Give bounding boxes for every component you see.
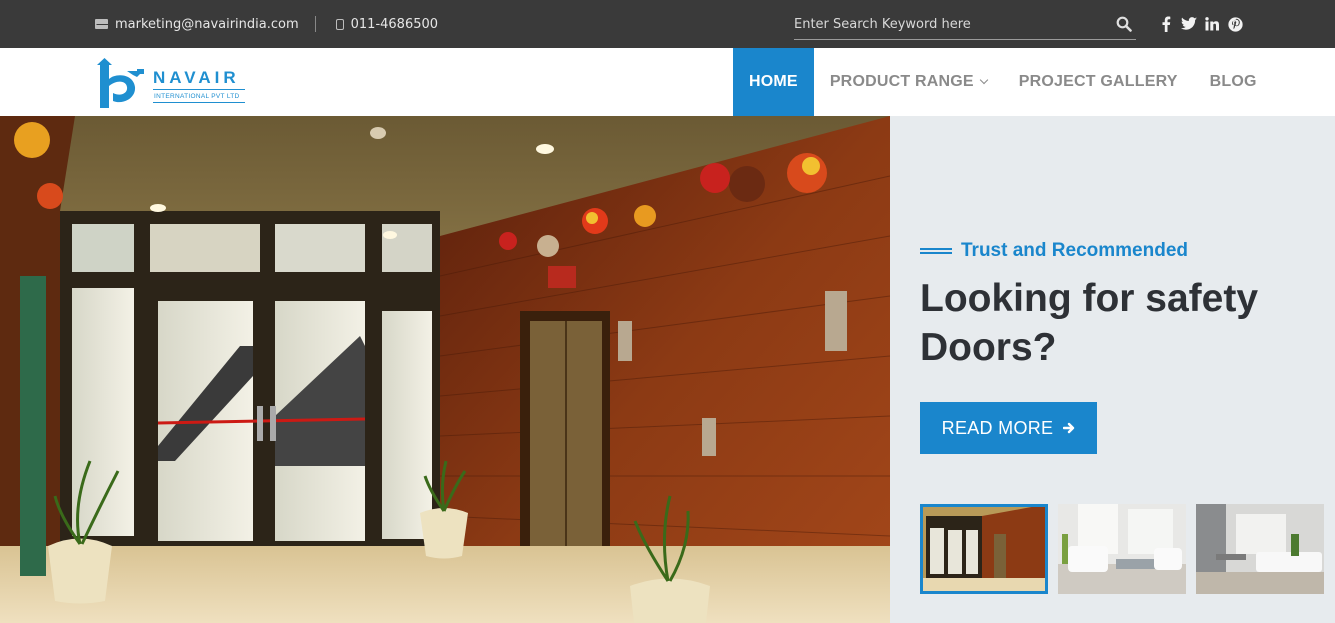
navair-logo-mark-icon: [97, 58, 144, 108]
top-bar: marketing@navairindia.com 011-4686500: [0, 0, 1335, 48]
read-more-label: READ MORE: [941, 417, 1054, 438]
white-living-room-thumbnail[interactable]: [1058, 504, 1186, 594]
main-nav: HOME PRODUCT RANGE PROJECT GALLERY BLOG: [733, 48, 1273, 116]
arrow-right-icon: [1063, 422, 1075, 434]
kicker-dash-icon: [920, 248, 952, 254]
nav-product-range[interactable]: PRODUCT RANGE: [814, 48, 1003, 116]
phone-contact[interactable]: 011-4686500: [335, 17, 438, 32]
hero-kicker-text: Trust and Recommended: [961, 240, 1188, 261]
logo-underline: [153, 89, 245, 90]
hero-headline: Looking for safety Doors?: [920, 274, 1320, 372]
nav-home[interactable]: HOME: [733, 48, 814, 116]
search-input[interactable]: [794, 14, 1104, 34]
logo-wordmark: NAVAIR: [153, 68, 240, 87]
hero-kicker: Trust and Recommended: [920, 240, 1188, 262]
contact-divider: [314, 16, 316, 32]
envelope-icon: [95, 19, 108, 29]
social-links: [1158, 14, 1243, 34]
nav-product-range-label: PRODUCT RANGE: [829, 73, 974, 90]
contact-info: marketing@navairindia.com 011-4686500: [95, 0, 438, 48]
linkedin-icon[interactable]: [1204, 16, 1220, 32]
hero-thumbnail-strip: [920, 504, 1324, 594]
hero-headline-line1: Looking for safety: [920, 277, 1259, 320]
read-more-button[interactable]: READ MORE: [920, 402, 1097, 454]
nav-project-gallery-label: PROJECT GALLERY: [1018, 73, 1178, 90]
pinterest-icon[interactable]: [1227, 16, 1243, 32]
logo-bottom-line: [153, 102, 245, 103]
hero-lobby-image: [0, 116, 890, 623]
navair-logo[interactable]: NAVAIR INTERNATIONAL PVT LTD: [97, 58, 247, 108]
nav-project-gallery[interactable]: PROJECT GALLERY: [1003, 48, 1194, 116]
email-contact[interactable]: marketing@navairindia.com: [95, 17, 299, 32]
hero-headline-line2: Doors?: [920, 326, 1057, 369]
main-header: NAVAIR INTERNATIONAL PVT LTD HOME PRODUC…: [0, 48, 1335, 116]
hero-content-panel: Trust and Recommended Looking for safety…: [890, 116, 1335, 623]
lobby-thumbnail[interactable]: [920, 504, 1048, 594]
logo-subtitle: INTERNATIONAL PVT LTD: [154, 93, 240, 100]
facebook-icon[interactable]: [1158, 16, 1174, 32]
nav-home-label: HOME: [749, 73, 798, 90]
search-box: [794, 10, 1136, 40]
phone-text[interactable]: 011-4686500: [351, 17, 438, 32]
chevron-down-icon: [979, 75, 988, 85]
grey-living-room-thumbnail[interactable]: [1196, 504, 1324, 594]
nav-blog-label: BLOG: [1209, 73, 1257, 90]
twitter-icon[interactable]: [1181, 16, 1197, 32]
nav-blog[interactable]: BLOG: [1194, 48, 1273, 116]
email-text[interactable]: marketing@navairindia.com: [115, 17, 299, 32]
search-icon[interactable]: [1116, 16, 1132, 32]
mobile-icon: [335, 18, 344, 30]
